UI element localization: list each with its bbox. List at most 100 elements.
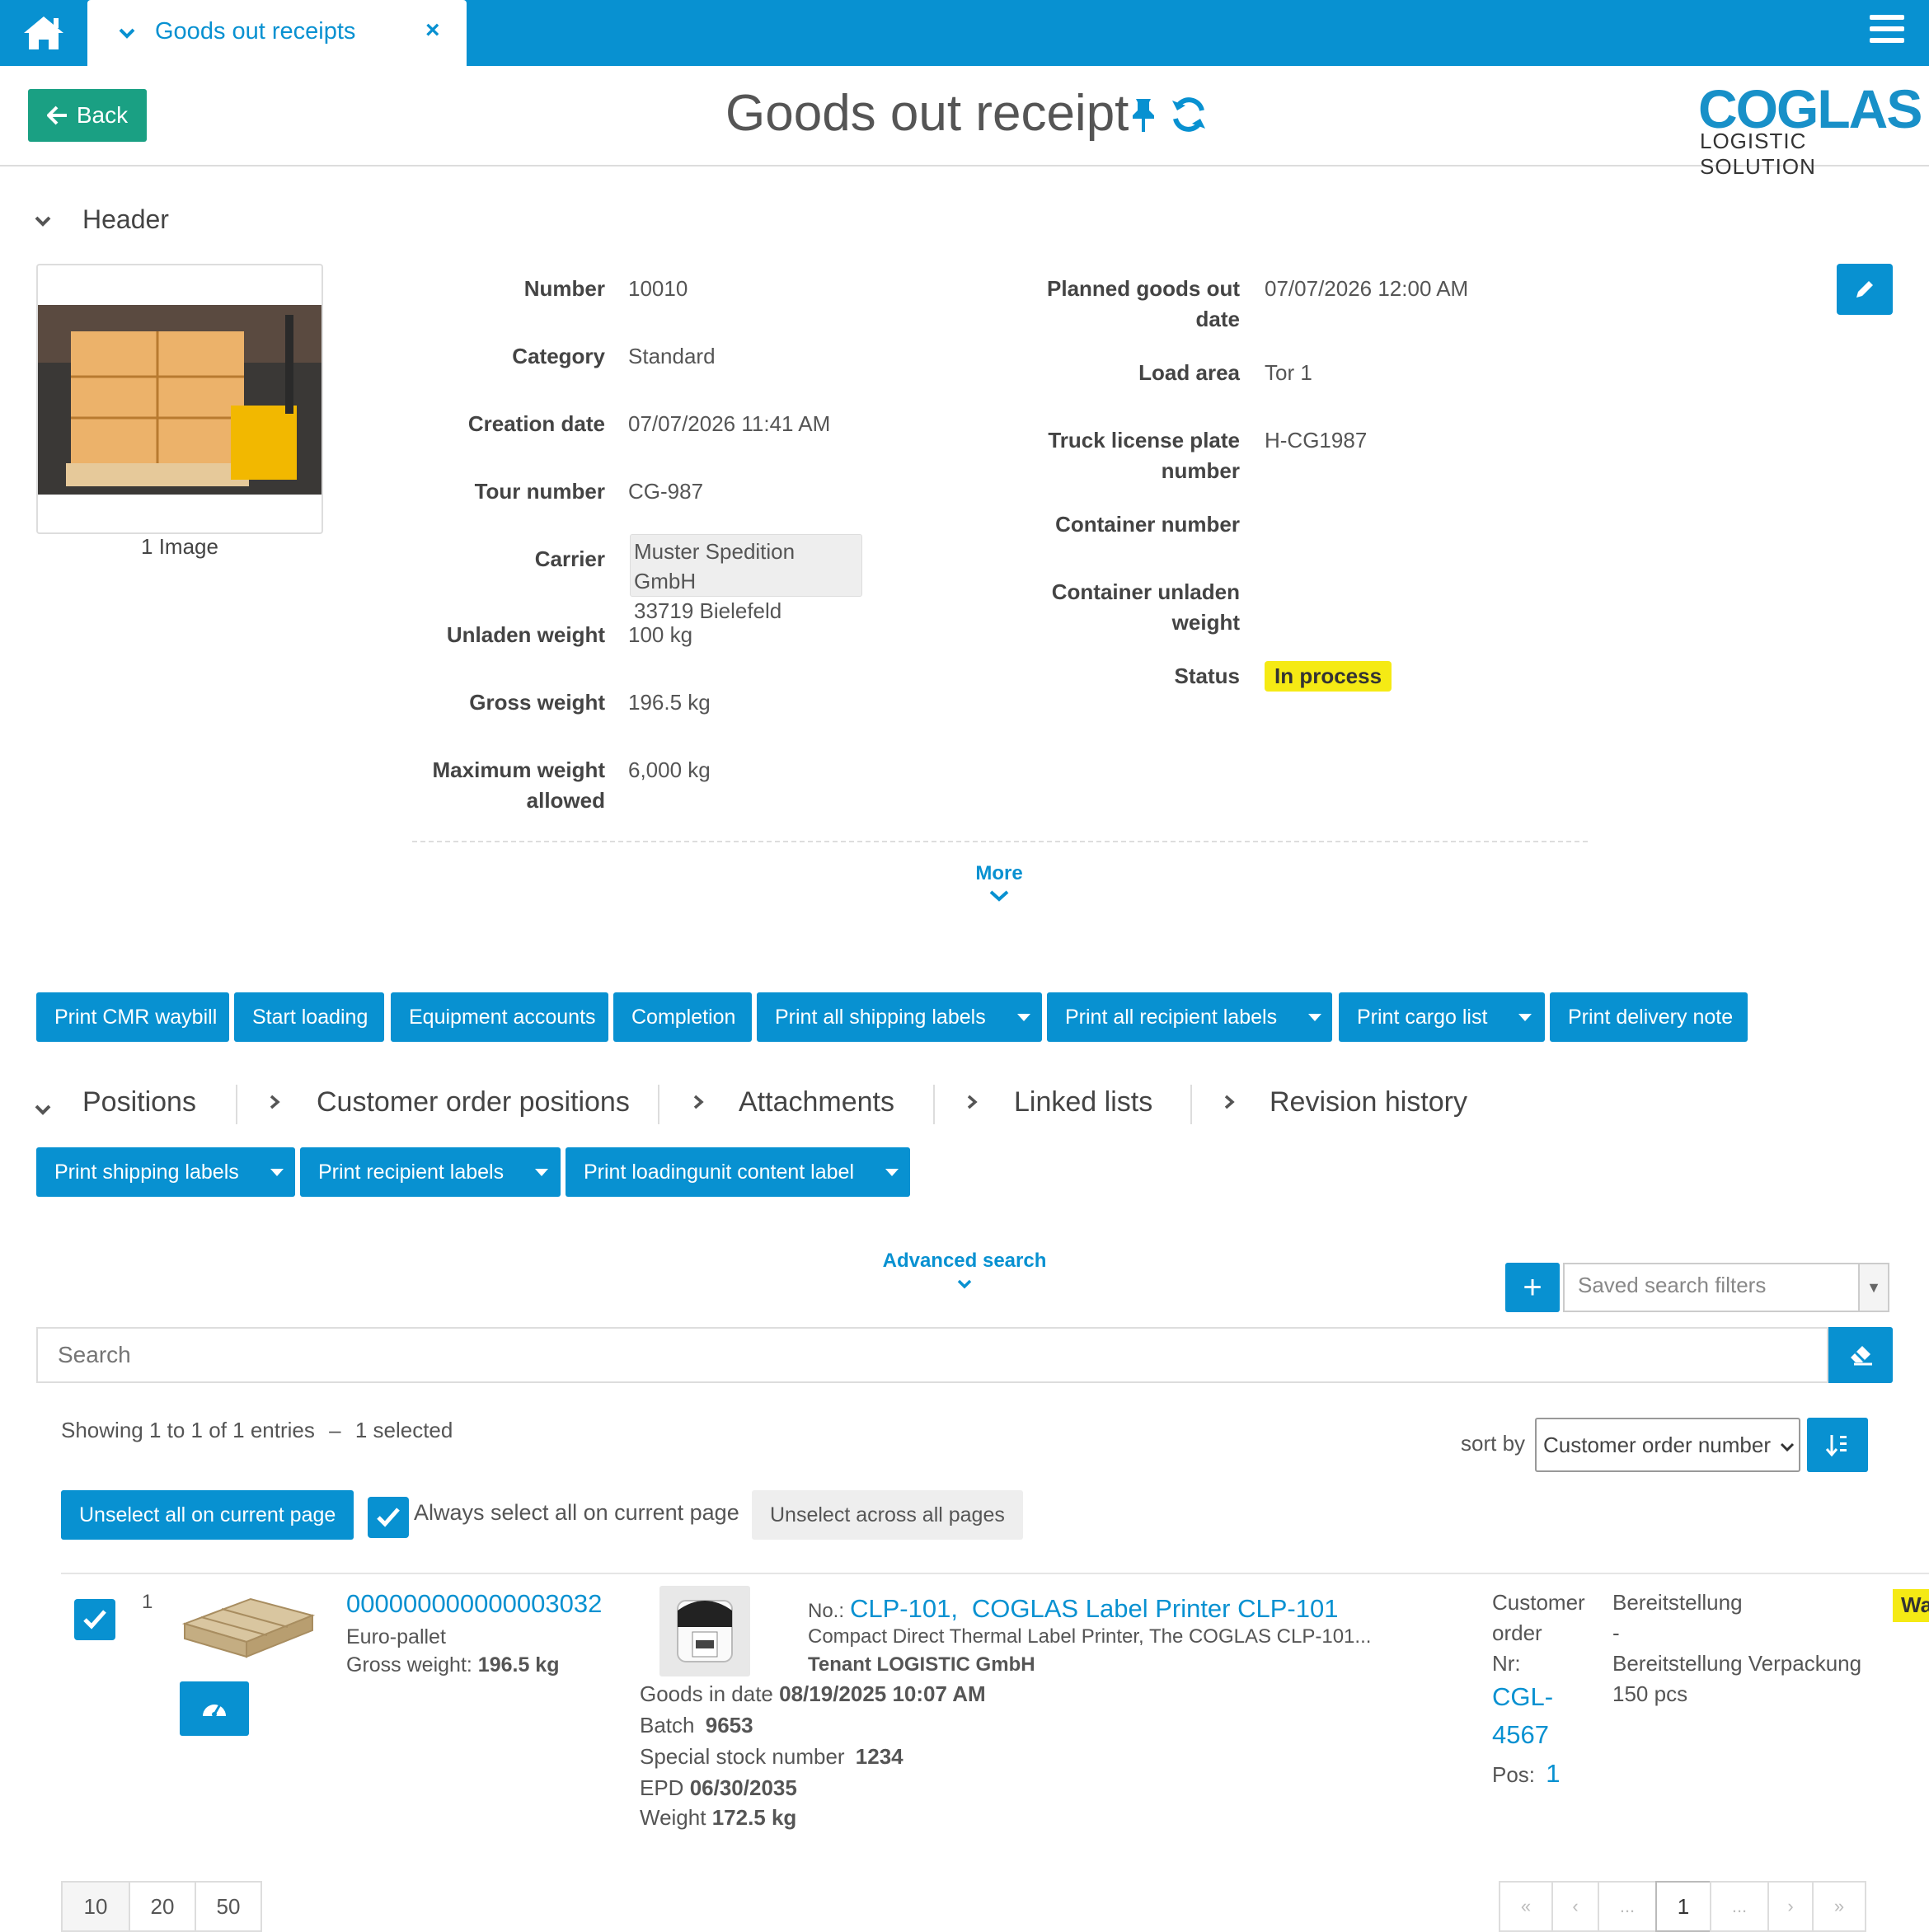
advanced-search-toggle[interactable]: Advanced search [874, 1250, 1055, 1296]
button-label: Print loadingunit content label [584, 1160, 855, 1184]
close-icon[interactable]: × [425, 16, 440, 45]
caret-down-icon[interactable] [270, 1168, 284, 1176]
prev-page-button[interactable]: ‹ [1551, 1881, 1599, 1932]
goods-image[interactable] [36, 264, 323, 534]
pin-icon[interactable] [1129, 97, 1157, 138]
unselect-page-button[interactable]: Unselect all on current page [61, 1490, 354, 1540]
section-title-header[interactable]: Header [82, 204, 169, 235]
article-no-link[interactable]: CLP-101 [850, 1594, 950, 1623]
tab-attachments[interactable]: Attachments [739, 1086, 894, 1118]
plus-icon: + [1523, 1268, 1542, 1306]
button-label: Print shipping labels [54, 1160, 239, 1184]
carrier-address[interactable]: Muster Spedition GmbH 33719 Bielefeld [630, 534, 862, 623]
always-select-checkbox[interactable] [368, 1497, 409, 1538]
last-page-button[interactable]: » [1812, 1881, 1866, 1932]
caret-down-icon[interactable] [1518, 1013, 1532, 1021]
field-label-load-area: Load area [1138, 360, 1240, 385]
caret-down-icon[interactable] [535, 1168, 549, 1176]
field-label-unladen-weight: Unladen weight [446, 622, 605, 647]
page-size-10[interactable]: 10 [61, 1881, 130, 1932]
batch-value: 9653 [705, 1713, 753, 1737]
goods-in-value: 08/19/2025 10:07 AM [779, 1681, 986, 1706]
tab-goods-out-receipts[interactable]: Goods out receipts × [87, 0, 467, 66]
print-all-recipient-labels-button[interactable]: Print all recipient labels [1047, 992, 1332, 1042]
more-toggle[interactable]: More [940, 862, 1058, 908]
page-size-20[interactable]: 20 [129, 1881, 196, 1932]
batch: Batch 9653 [640, 1713, 753, 1738]
add-filter-button[interactable]: + [1505, 1263, 1560, 1312]
chevron-down-icon[interactable] [119, 20, 135, 45]
divider [933, 1085, 935, 1124]
print-recipient-labels-button[interactable]: Print recipient labels [300, 1147, 561, 1197]
print-delivery-note-button[interactable]: Print delivery note [1550, 992, 1748, 1042]
loading-unit-link[interactable]: 000000000000003032 [346, 1589, 602, 1619]
caret-down-icon[interactable] [1016, 1013, 1030, 1021]
chevron-right-icon[interactable] [1223, 1090, 1235, 1116]
product-image[interactable] [659, 1586, 750, 1676]
field-label-status: Status [1174, 664, 1240, 688]
caret-down-icon[interactable] [885, 1168, 899, 1176]
tab-linked-lists[interactable]: Linked lists [1014, 1086, 1152, 1118]
chevron-right-icon[interactable] [966, 1090, 978, 1116]
chevron-right-icon[interactable] [269, 1090, 280, 1116]
page-size-50[interactable]: 50 [195, 1881, 262, 1932]
chevron-down-icon [957, 1279, 972, 1289]
equipment-accounts-button[interactable]: Equipment accounts [391, 992, 608, 1042]
arrow-left-icon [46, 106, 67, 125]
print-cargo-list-button[interactable]: Print cargo list [1339, 992, 1545, 1042]
back-button[interactable]: Back [28, 89, 147, 142]
refresh-icon[interactable] [1171, 96, 1207, 138]
print-shipping-labels-button[interactable]: Print shipping labels [36, 1147, 295, 1197]
next-page-button[interactable]: › [1767, 1881, 1814, 1932]
pos-link[interactable]: 1 [1546, 1759, 1560, 1788]
divider [236, 1085, 237, 1124]
edit-button[interactable] [1837, 264, 1893, 315]
always-select-label: Always select all on current page [414, 1500, 739, 1525]
start-loading-button[interactable]: Start loading [234, 992, 384, 1042]
divider [1190, 1085, 1192, 1124]
selected-count: 1 selected [354, 1418, 453, 1442]
loading-unit-type: Euro-pallet [346, 1625, 446, 1648]
field-label-number: Number [523, 276, 605, 301]
customer-order-link[interactable]: CGL- 4567 [1492, 1678, 1553, 1754]
divider [61, 1573, 1929, 1574]
sort-by-select[interactable]: Customer order number [1535, 1418, 1800, 1472]
article-name-link[interactable]: COGLAS Label Printer CLP-101 [972, 1594, 1339, 1623]
provision-line: Bereitstellung [1612, 1590, 1743, 1615]
label-line: date [1195, 307, 1240, 331]
first-page-button[interactable]: « [1499, 1881, 1553, 1932]
tab-positions[interactable]: Positions [82, 1086, 196, 1118]
field-label-container-number: Container number [1055, 512, 1240, 537]
order-number-line: CGL- [1492, 1682, 1554, 1711]
chevron-down-icon [989, 890, 1009, 902]
hamburger-menu-icon[interactable] [1870, 15, 1904, 48]
gross-weight-value: 196.5 kg [477, 1653, 560, 1676]
page-1-button[interactable]: 1 [1655, 1881, 1711, 1932]
print-all-shipping-labels-button[interactable]: Print all shipping labels [757, 992, 1042, 1042]
provision-info: Bereitstellung - Bereitstellung Verpacku… [1612, 1587, 1861, 1709]
tab-revision-history[interactable]: Revision history [1270, 1086, 1467, 1118]
page-title: Goods out receipt [725, 85, 1129, 142]
chevron-right-icon[interactable] [692, 1090, 704, 1116]
caret-down-icon[interactable] [1308, 1013, 1322, 1021]
completion-button[interactable]: Completion [613, 992, 752, 1042]
chevron-down-icon[interactable] [35, 1096, 51, 1122]
chevron-down-icon[interactable] [35, 208, 51, 233]
sort-direction-button[interactable] [1807, 1418, 1868, 1472]
search-input[interactable] [36, 1327, 1828, 1383]
sort-by-value: Customer order number [1543, 1433, 1771, 1457]
home-icon[interactable] [0, 0, 87, 66]
status-badge: In process [1265, 661, 1392, 692]
print-cmr-waybill-button[interactable]: Print CMR waybill [36, 992, 229, 1042]
row-checkbox[interactable] [74, 1599, 115, 1640]
back-label: Back [76, 102, 129, 128]
caret-down-icon[interactable]: ▼ [1858, 1264, 1888, 1311]
clear-search-button[interactable] [1828, 1327, 1893, 1383]
tab-customer-order-positions[interactable]: Customer order positions [317, 1086, 630, 1118]
print-loadingunit-content-label-button[interactable]: Print loadingunit content label [566, 1147, 910, 1197]
loading-unit-gross-weight: Gross weight: 196.5 kg [346, 1653, 559, 1677]
saved-search-filters-select[interactable]: Saved search filters ▼ [1563, 1263, 1889, 1312]
checkmark-icon [377, 1508, 400, 1527]
unselect-all-pages-button[interactable]: Unselect across all pages [752, 1490, 1023, 1540]
gauge-button[interactable] [180, 1681, 249, 1736]
